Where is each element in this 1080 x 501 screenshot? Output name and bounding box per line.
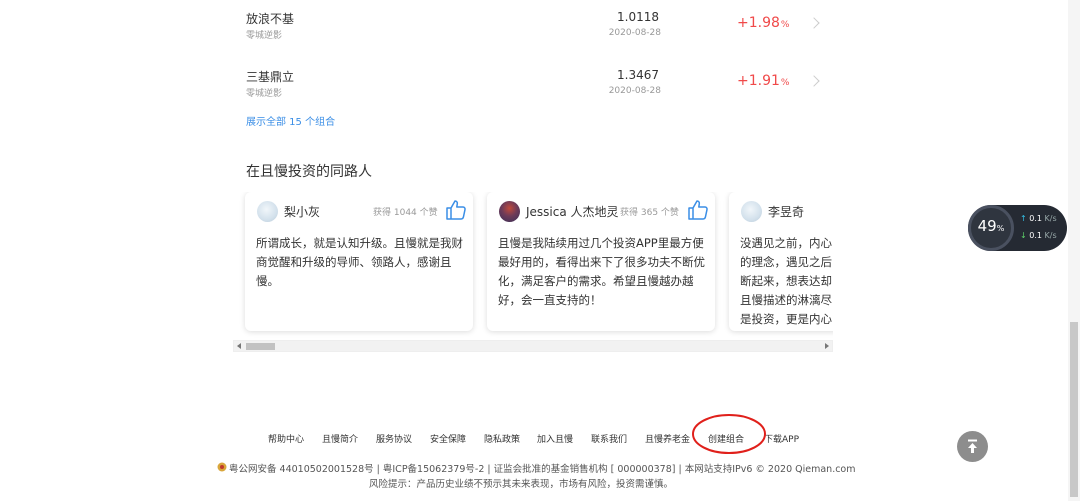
thumbs-up-icon[interactable] <box>444 198 468 222</box>
avatar <box>257 201 278 222</box>
vertical-scrollbar[interactable] <box>1068 0 1080 501</box>
footer-link-about[interactable]: 且慢简介 <box>322 432 358 445</box>
back-to-top-button[interactable] <box>957 431 988 462</box>
user-name: 梨小灰 <box>284 205 321 219</box>
like-count: 获得 1044 个赞 <box>373 208 438 218</box>
testimonial-text: 且慢是我陆续用过几个投资APP里最方便最好用的，看得出来下了很多功夫不断优化，满… <box>498 236 705 307</box>
fund-name: 三基鼎立 <box>246 70 295 84</box>
cpu-percent: 49% <box>977 217 1005 235</box>
thumbs-up-icon[interactable] <box>686 198 710 222</box>
scrollbar-thumb[interactable] <box>1070 322 1078 497</box>
footer-link-security[interactable]: 安全保障 <box>430 432 466 445</box>
police-badge-icon <box>217 462 227 472</box>
footer-link-pension[interactable]: 且慢养老金 <box>645 432 690 445</box>
fund-name: 放浪不基 <box>246 12 295 26</box>
footer-link-download-app[interactable]: 下载APP <box>764 432 799 445</box>
fund-owner: 零城逆影 <box>246 31 283 41</box>
fund-date: 2020-08-28 <box>608 86 661 96</box>
network-speed-widget[interactable]: 49% ↑ 0.1 K/s ↓ 0.1 K/s <box>968 205 1067 251</box>
user-name: Jessica 人杰地灵 <box>526 205 619 219</box>
footer-risk-notice: 风险提示：产品历史业绩不预示其未来表现，市场有风险，投资需谨慎。 <box>369 479 674 490</box>
scroll-left-icon[interactable] <box>237 343 241 349</box>
like-count: 获得 365 个赞 <box>620 208 679 218</box>
fund-nav: 1.0118 <box>617 10 659 24</box>
upload-speed: ↑ 0.1 K/s <box>1020 214 1057 223</box>
testimonial-card: Jessica 人杰地灵 获得 365 个赞 且慢是我陆续用过几个投资APP里最… <box>487 192 715 331</box>
arrow-up-icon: ↑ <box>1020 214 1027 223</box>
show-all-link[interactable]: 展示全部 15 个组合 <box>246 113 335 128</box>
footer-link-join[interactable]: 加入且慢 <box>537 432 573 445</box>
testimonial-card: 李昱奇 没遇见之前，内心的理念，遇见之后断起来，想表达却且慢描述的淋漓尽是投资，… <box>729 192 833 331</box>
section-title: 在且慢投资的同路人 <box>246 164 372 180</box>
fund-change: +1.98% <box>737 15 790 31</box>
arrow-down-icon: ↓ <box>1020 231 1027 240</box>
fund-owner: 零城逆影 <box>246 89 283 99</box>
horizontal-scrollbar[interactable] <box>233 340 833 352</box>
fund-nav: 1.3467 <box>617 68 659 82</box>
footer-link-help[interactable]: 帮助中心 <box>268 432 304 445</box>
download-speed: ↓ 0.1 K/s <box>1020 231 1057 240</box>
chevron-right-icon[interactable] <box>808 17 820 29</box>
chevron-right-icon[interactable] <box>808 75 820 87</box>
testimonial-card: 梨小灰 获得 1044 个赞 所谓成长，就是认知升级。且慢就是我财商觉醒和升级的… <box>245 192 473 331</box>
avatar <box>741 201 762 222</box>
footer-link-terms[interactable]: 服务协议 <box>376 432 412 445</box>
fund-date: 2020-08-28 <box>608 28 661 38</box>
user-name: 李昱奇 <box>768 205 805 219</box>
scroll-right-icon[interactable] <box>825 343 829 349</box>
footer-link-privacy[interactable]: 隐私政策 <box>484 432 520 445</box>
footer-link-contact[interactable]: 联系我们 <box>591 432 627 445</box>
scrollbar-thumb[interactable] <box>246 343 275 350</box>
testimonial-text: 没遇见之前，内心的理念，遇见之后断起来，想表达却且慢描述的淋漓尽是投资，更是内心 <box>740 236 832 326</box>
fund-change: +1.91% <box>737 73 790 89</box>
annotation-circle <box>692 414 766 454</box>
avatar <box>499 201 520 222</box>
arrow-up-to-line-icon <box>968 439 977 453</box>
testimonial-carousel[interactable]: 梨小灰 获得 1044 个赞 所谓成长，就是认知升级。且慢就是我财商觉醒和升级的… <box>233 192 833 342</box>
testimonial-text: 所谓成长，就是认知升级。且慢就是我财商觉醒和升级的导师、领路人，感谢且慢。 <box>256 236 463 288</box>
footer-license: 粤公网安备 44010502001528号 | 粤ICP备15062379号-2… <box>229 464 856 475</box>
